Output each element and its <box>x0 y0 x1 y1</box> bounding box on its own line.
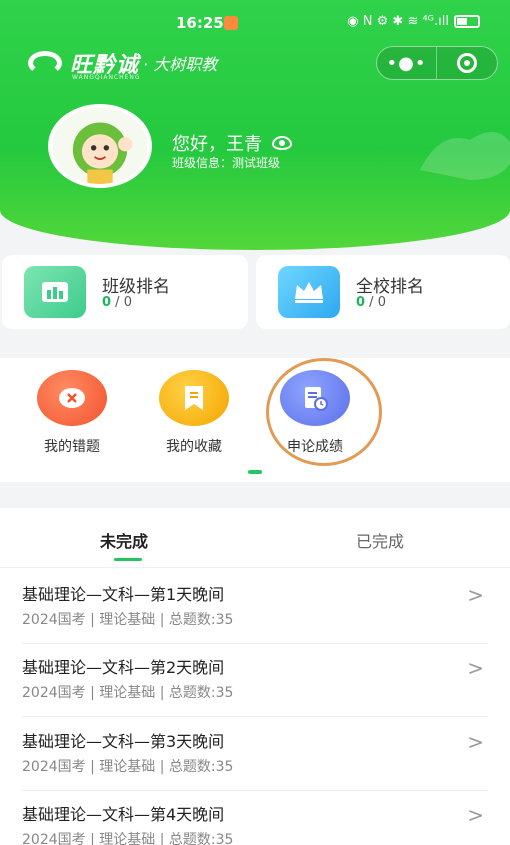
brand-logo-icon <box>28 51 62 75</box>
school-rank-card[interactable]: 全校排名 0 / 0 <box>256 255 510 329</box>
feature-favorites[interactable]: 我的收藏 <box>149 370 239 456</box>
avatar-illustration <box>52 108 148 184</box>
status-bar: 16:25 ◉ N ⚙ ✱ ≋ ⁴ᴳ.ıll <box>0 12 510 36</box>
feature-wrong-questions[interactable]: 我的错题 <box>27 370 117 456</box>
class-rank-card[interactable]: 班级排名 0 / 0 <box>2 255 248 329</box>
status-tabs: 未完成 已完成 <box>0 508 510 568</box>
class-rank-value: 0 / 0 <box>102 295 132 310</box>
class-rank-label: 班级排名 <box>102 277 170 297</box>
brand-subtitle: · 大树职教 <box>143 55 218 74</box>
item-title: 基础理论—文科—第2天晚间 <box>22 658 225 677</box>
brand-pinyin: WANGQIANCHENG <box>72 74 141 81</box>
status-time: 16:25 <box>176 14 224 32</box>
item-meta: 2024国考 | 理论基础 | 总题数:35 <box>22 685 234 701</box>
item-meta: 2024国考 | 理论基础 | 总题数:35 <box>22 612 234 628</box>
list-item[interactable]: 基础理论—文科—第4天晚间 2024国考 | 理论基础 | 总题数:35 > <box>22 791 488 845</box>
miniprogram-capsule: •●• <box>376 46 498 80</box>
feature-label: 我的错题 <box>44 439 100 455</box>
crown-icon <box>278 266 340 318</box>
list-item[interactable]: 基础理论—文科—第1天晚间 2024国考 | 理论基础 | 总题数:35 > <box>22 571 488 644</box>
greeting-text: 您好，王青 <box>172 134 262 155</box>
feature-label: 我的收藏 <box>166 439 222 455</box>
status-indicators: ◉ N ⚙ ✱ ≋ ⁴ᴳ.ıll <box>347 14 449 29</box>
chevron-right-icon: > <box>467 583 484 607</box>
class-info: 班级信息：测试班级 <box>172 156 281 170</box>
battery-icon <box>454 15 480 28</box>
decor-illustration <box>420 132 510 180</box>
list-item[interactable]: 基础理论—文科—第2天晚间 2024国考 | 理论基础 | 总题数:35 > <box>22 644 488 717</box>
bar-chart-icon <box>24 266 86 318</box>
chevron-right-icon: > <box>467 730 484 754</box>
school-rank-label: 全校排名 <box>356 277 424 297</box>
bookmark-icon <box>159 370 229 426</box>
list-item[interactable]: 基础理论—文科—第3天晚间 2024国考 | 理论基础 | 总题数:35 > <box>22 718 488 791</box>
chevron-right-icon: > <box>467 803 484 827</box>
exercise-panel: 未完成 已完成 基础理论—文科—第1天晚间 2024国考 | 理论基础 | 总题… <box>0 508 510 845</box>
error-icon <box>37 370 107 426</box>
target-icon <box>457 53 477 73</box>
avatar[interactable] <box>48 104 152 188</box>
item-title: 基础理论—文科—第1天晚间 <box>22 585 225 604</box>
item-meta: 2024国考 | 理论基础 | 总题数:35 <box>22 832 234 845</box>
chevron-right-icon: > <box>467 656 484 680</box>
feature-grid: 我的错题 我的收藏 申论成绩 <box>0 358 510 482</box>
tab-complete[interactable]: 已完成 <box>356 528 404 552</box>
status-icons: ◉ N ⚙ ✱ ≋ ⁴ᴳ.ıll <box>347 14 480 29</box>
active-tab-indicator <box>114 558 142 561</box>
school-rank-value: 0 / 0 <box>356 295 386 310</box>
more-button[interactable]: •●• <box>377 47 437 79</box>
notification-badge-icon <box>224 16 238 30</box>
close-miniprogram-button[interactable] <box>437 47 497 79</box>
highlight-annotation <box>266 358 382 466</box>
tab-incomplete[interactable]: 未完成 <box>100 528 148 552</box>
item-title: 基础理论—文科—第3天晚间 <box>22 732 225 751</box>
page-indicator <box>248 470 262 474</box>
greeting: 您好，王青 <box>172 130 292 156</box>
eye-icon[interactable] <box>272 136 292 150</box>
brand-bar: 旺黔诚 · 大树职教 WANGQIANCHENG <box>28 48 218 81</box>
item-meta: 2024国考 | 理论基础 | 总题数:35 <box>22 759 234 775</box>
item-title: 基础理论—文科—第4天晚间 <box>22 805 225 824</box>
